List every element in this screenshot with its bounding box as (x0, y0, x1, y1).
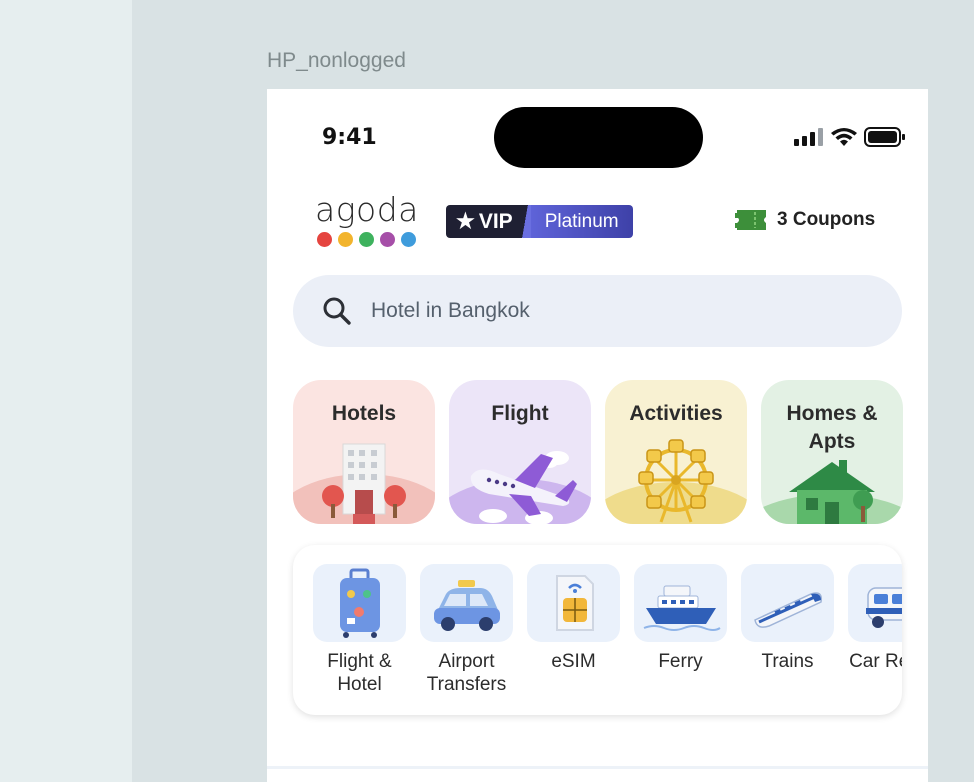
frame-label: HP_nonlogged (267, 49, 406, 72)
service-car-rental[interactable]: Car Rental (848, 564, 902, 673)
category-label: Activities (629, 402, 723, 425)
train-icon (754, 592, 823, 628)
status-time: 9:41 (322, 125, 377, 150)
vip-badge[interactable]: ★ VIP Platinum (446, 205, 633, 238)
logo-dot (359, 232, 374, 247)
status-icons (794, 127, 906, 147)
logo-dot (338, 232, 353, 247)
category-hotels[interactable]: Hotels (293, 380, 435, 524)
category-label: Homes & Apts (786, 402, 878, 453)
agoda-logo[interactable]: agoda (315, 193, 421, 247)
coupons-label: 3 Coupons (777, 209, 876, 230)
dynamic-island (494, 107, 703, 168)
logo-dots (315, 232, 421, 247)
service-airport-transfers[interactable]: Airport Transfers (420, 564, 527, 696)
canvas-left-strip (0, 0, 132, 782)
ferry-icon (643, 585, 721, 631)
logo-dot (317, 232, 332, 247)
service-label: Flight & Hotel (327, 651, 392, 695)
logo-dot (380, 232, 395, 247)
vip-tier: Platinum (530, 205, 633, 238)
airplane-icon (449, 451, 591, 524)
service-label: Ferry (658, 651, 703, 672)
content-divider (267, 766, 928, 769)
ticket-icon (735, 210, 766, 230)
service-label: Car Rental (849, 651, 902, 672)
coupons-button[interactable]: 3 Coupons (735, 207, 875, 233)
category-label: Hotels (331, 402, 397, 425)
service-esim[interactable]: eSIM (527, 564, 634, 673)
search-icon (323, 297, 351, 325)
search-placeholder: Hotel in Bangkok (371, 299, 530, 322)
service-trains[interactable]: Trains (741, 564, 848, 673)
category-homes-apts[interactable]: Homes & Apts (761, 380, 903, 524)
category-activities[interactable]: Activities (605, 380, 747, 524)
car-icon (866, 587, 902, 628)
category-flight[interactable]: Flight (449, 380, 591, 524)
star-icon: ★ (456, 210, 475, 233)
service-ferry[interactable]: Ferry (634, 564, 741, 673)
phone-screen: 9:41 agoda ★ VIP Platinum 3 Coupons Hote… (267, 89, 928, 782)
wifi-icon (831, 127, 857, 146)
service-flight-hotel[interactable]: Flight & Hotel (313, 564, 420, 696)
search-bar[interactable]: Hotel in Bangkok (293, 275, 902, 347)
services-panel: Flight & Hotel Airport Transfers eSIM Fe… (293, 545, 902, 715)
category-label: Flight (491, 402, 549, 425)
logo-dot (401, 232, 416, 247)
battery-icon (864, 127, 905, 147)
taxi-icon (434, 580, 500, 631)
vip-label: VIP (478, 209, 513, 233)
hotel-building-icon (293, 443, 435, 524)
suitcase-icon (340, 568, 380, 638)
service-label: Trains (761, 651, 814, 672)
sim-card-icon (556, 575, 594, 631)
service-label: eSIM (551, 651, 596, 672)
logo-text: agoda (315, 190, 419, 229)
house-icon (761, 460, 903, 524)
service-label: Airport Transfers (426, 651, 507, 695)
signal-icon (794, 128, 823, 146)
ferris-wheel-icon (605, 439, 747, 524)
